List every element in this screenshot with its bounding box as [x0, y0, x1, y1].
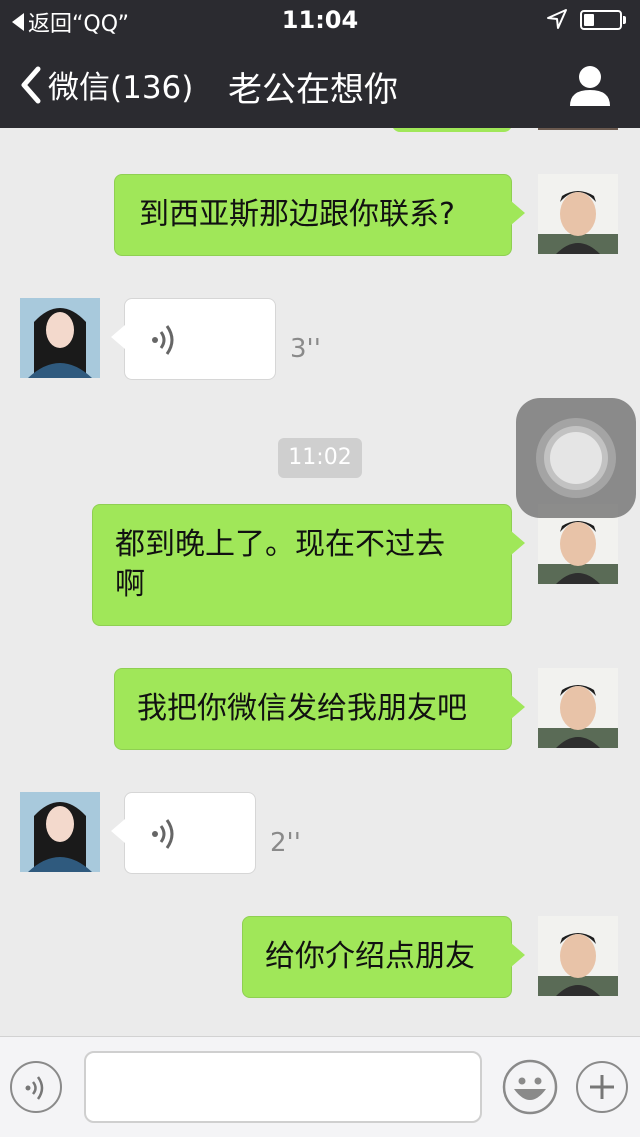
message-input[interactable]	[84, 1051, 482, 1123]
avatar-self[interactable]	[538, 916, 618, 996]
voice-duration: 2''	[270, 828, 301, 858]
plus-icon	[590, 1075, 614, 1099]
message-bubble[interactable]: 给你介绍点朋友	[242, 916, 525, 998]
nav-bar: 微信(136) 老公在想你	[0, 40, 640, 128]
battery-tip	[623, 16, 626, 24]
message-bubble[interactable]: 都到晚上了。现在不过去 啊	[92, 504, 525, 626]
chat-title: 老公在想你	[228, 70, 398, 110]
voice-input-button[interactable]	[10, 1061, 62, 1113]
voice-icon	[152, 819, 174, 849]
avatar-contact[interactable]	[20, 298, 100, 378]
back-label: 微信(136)	[48, 70, 194, 106]
avatar-contact-image	[20, 298, 100, 378]
voice-duration: 3''	[290, 334, 321, 364]
message-text: 到西亚斯那边跟你联系?	[139, 197, 455, 232]
status-bar: 返回“QQ” 11:04	[0, 0, 640, 40]
time-divider: 11:02	[278, 438, 362, 478]
back-button[interactable]: 微信(136)	[20, 62, 193, 107]
emoji-icon	[502, 1059, 558, 1115]
avatar-self-image	[538, 916, 618, 996]
voice-icon	[25, 1076, 44, 1100]
voice-message-bubble[interactable]	[111, 298, 276, 380]
avatar-self-image	[538, 668, 618, 748]
message-bubble[interactable]: 我把你微信发给我朋友吧	[114, 668, 525, 750]
avatar-self[interactable]	[538, 174, 618, 254]
message-text: 给你介绍点朋友	[265, 939, 475, 974]
avatar-self[interactable]	[538, 668, 618, 748]
message-text: 我把你微信发给我朋友吧	[137, 691, 467, 726]
battery-icon	[580, 10, 622, 30]
partial-avatar	[538, 128, 618, 130]
message-text-line: 都到晚上了。现在不过去	[115, 527, 445, 562]
avatar-contact[interactable]	[20, 792, 100, 872]
profile-icon[interactable]	[566, 64, 614, 108]
plus-button[interactable]	[576, 1061, 628, 1113]
header: 返回“QQ” 11:04 微信(136) 老公在想你	[0, 0, 640, 128]
partial-bubble	[392, 128, 512, 132]
assistive-touch-button[interactable]	[516, 398, 636, 518]
chat-area[interactable]: 到西亚斯那边跟你联系? 3'' 11:02 都到晚上了。现在不过去 啊 我把你微…	[0, 128, 640, 1036]
location-arrow-icon	[547, 9, 567, 29]
emoji-button[interactable]	[502, 1059, 558, 1115]
input-bar	[0, 1036, 640, 1137]
voice-icon	[152, 325, 174, 355]
message-text-line: 啊	[115, 567, 145, 602]
status-time: 11:04	[281, 6, 359, 34]
avatar-self-image	[538, 174, 618, 254]
avatar-contact-image	[20, 792, 100, 872]
message-bubble[interactable]: 到西亚斯那边跟你联系?	[114, 174, 525, 256]
back-arrow-icon	[21, 66, 41, 103]
voice-message-bubble[interactable]	[111, 792, 256, 874]
